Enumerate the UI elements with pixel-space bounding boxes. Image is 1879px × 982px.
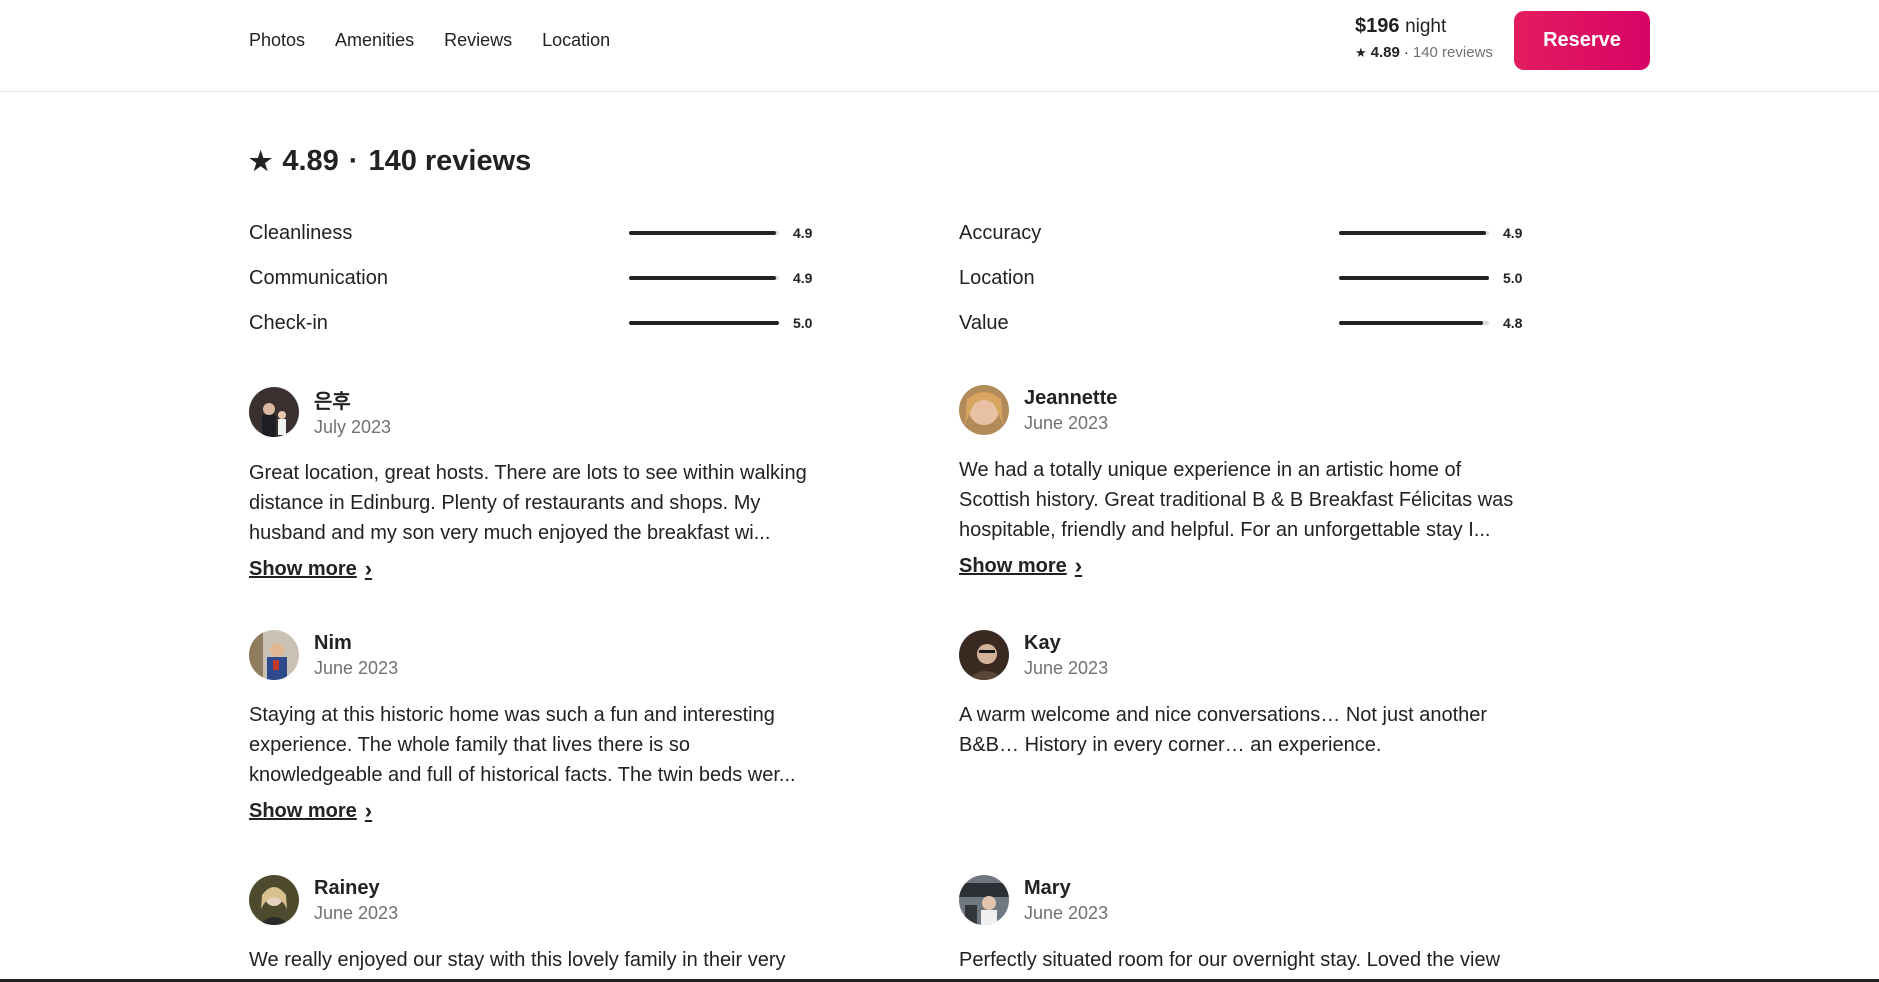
review-header: Jeannette June 2023 <box>959 385 1539 435</box>
category-value: 4.8 <box>1503 315 1523 331</box>
category-label: Location <box>959 266 1035 289</box>
category-value: 5.0 <box>793 315 813 331</box>
show-more-button[interactable]: Show more › <box>249 798 372 824</box>
review-header: Kay June 2023 <box>959 630 1539 680</box>
rating-bar <box>1339 276 1489 280</box>
reviewer-name: 은후 <box>314 391 351 413</box>
rating-bar <box>1339 321 1489 325</box>
category-checkin: Check-in 5.0 <box>249 308 812 338</box>
category-label: Check-in <box>249 311 328 334</box>
review-text: Perfectly situated room for our overnigh… <box>959 949 1501 971</box>
show-more-label: Show more <box>249 557 357 580</box>
category-label: Accuracy <box>959 221 1042 244</box>
review-card: Rainey June 2023 We really enjoyed our s… <box>249 875 829 975</box>
review-date: June 2023 <box>314 902 399 923</box>
avatar[interactable] <box>249 386 299 437</box>
category-cleanliness: Cleanliness 4.9 <box>249 218 812 248</box>
review-header: Mary June 2023 <box>959 875 1539 925</box>
category-accuracy: Accuracy 4.9 <box>959 218 1522 248</box>
price-period: night <box>1405 16 1447 37</box>
category-location: Location 5.0 <box>959 263 1522 293</box>
show-more-button[interactable]: Show more › <box>959 553 1082 579</box>
review-card: Kay June 2023 A warm welcome and nice co… <box>959 630 1539 760</box>
nav-photos[interactable]: Photos <box>249 30 305 51</box>
avatar[interactable] <box>959 630 1009 680</box>
rating-bar <box>629 231 779 235</box>
chevron-right-icon: › <box>364 556 373 581</box>
review-text: We really enjoyed our stay with this lov… <box>249 949 786 971</box>
category-communication: Communication 4.9 <box>249 263 812 293</box>
review-header: 은후 July 2023 <box>249 385 829 438</box>
review-card: Nim June 2023 Staying at this historic h… <box>249 630 829 824</box>
price-line: $196 night <box>1355 15 1493 38</box>
mini-rating-value: 4.89 <box>1370 44 1400 61</box>
review-date: June 2023 <box>1024 657 1109 678</box>
reviewer-name: Nim <box>314 631 352 654</box>
review-date: June 2023 <box>1024 412 1109 433</box>
review-card: Mary June 2023 Perfectly situated room f… <box>959 875 1539 975</box>
reviewer-name: Kay <box>1024 631 1061 654</box>
mini-rating-separator: · <box>1403 44 1409 61</box>
review-date: June 2023 <box>314 657 399 678</box>
rating-bar-fill <box>629 321 779 325</box>
show-more-label: Show more <box>249 799 357 822</box>
rating-bar-fill <box>1339 321 1483 325</box>
chevron-right-icon: › <box>1074 553 1083 578</box>
nav-amenities[interactable]: Amenities <box>335 30 414 51</box>
review-date: July 2023 <box>314 417 392 437</box>
price-summary: $196 night ★ 4.89 · 140 reviews <box>1355 15 1493 61</box>
review-text: We had a totally unique experience in an… <box>959 459 1514 541</box>
star-icon: ★ <box>1355 44 1367 60</box>
reserve-button[interactable]: Reserve <box>1514 11 1650 70</box>
mini-rating: ★ 4.89 · 140 reviews <box>1355 44 1493 61</box>
reviews-count: 140 reviews <box>368 145 532 177</box>
category-label: Value <box>959 311 1009 334</box>
reviews-summary-heading: ★ 4.89 · 140 reviews <box>249 145 531 178</box>
chevron-right-icon: › <box>364 798 373 823</box>
category-value: 4.9 <box>1503 225 1523 241</box>
review-text: Staying at this historic home was such a… <box>249 704 796 786</box>
review-header: Rainey June 2023 <box>249 875 829 925</box>
review-text: A warm welcome and nice conversations… N… <box>959 704 1488 756</box>
reviewer-name: Rainey <box>314 876 380 899</box>
summary-separator: · <box>348 145 359 177</box>
nav-location[interactable]: Location <box>542 30 610 51</box>
review-card: 은후 July 2023 Great location, great hosts… <box>249 385 829 582</box>
rating-bar <box>629 321 779 325</box>
review-card: Jeannette June 2023 We had a totally uni… <box>959 385 1539 579</box>
category-value: Value 4.8 <box>959 308 1522 338</box>
category-value: 5.0 <box>1503 270 1523 286</box>
rating-bar <box>1339 231 1489 235</box>
nav-reviews[interactable]: Reviews <box>444 30 512 51</box>
rating-bar-fill <box>629 276 776 280</box>
avatar[interactable] <box>959 875 1009 925</box>
show-more-label: Show more <box>959 554 1067 577</box>
rating-bar-fill <box>1339 276 1489 280</box>
review-header: Nim June 2023 <box>249 630 829 680</box>
section-nav: Photos Amenities Reviews Location <box>249 30 610 51</box>
overall-rating: 4.89 <box>282 145 339 177</box>
category-label: Cleanliness <box>249 221 353 244</box>
show-more-button[interactable]: Show more › <box>249 556 372 582</box>
rating-bar <box>629 276 779 280</box>
category-value: 4.9 <box>793 270 813 286</box>
price-amount: $196 <box>1355 15 1400 37</box>
avatar[interactable] <box>249 630 299 680</box>
star-icon: ★ <box>249 146 273 176</box>
reviewer-name: Mary <box>1024 876 1071 899</box>
mini-reviews-link[interactable]: 140 reviews <box>1413 44 1493 61</box>
sticky-header: Photos Amenities Reviews Location $196 n… <box>0 0 1879 92</box>
rating-bar-fill <box>629 231 776 235</box>
avatar[interactable] <box>959 385 1009 435</box>
rating-bar-fill <box>1339 231 1486 235</box>
avatar[interactable] <box>249 875 299 925</box>
category-label: Communication <box>249 266 388 289</box>
review-date: June 2023 <box>1024 902 1109 923</box>
reviewer-name: Jeannette <box>1024 386 1118 409</box>
category-value: 4.9 <box>793 225 813 241</box>
review-text: Great location, great hosts. There are l… <box>249 462 807 544</box>
